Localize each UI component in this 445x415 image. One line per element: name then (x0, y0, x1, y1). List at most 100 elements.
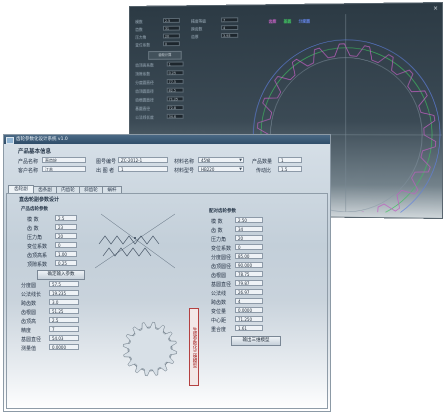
right-group-title: 配对齿轮参数 (209, 209, 236, 214)
pair-param-value: 85.00 (235, 253, 263, 259)
param-input[interactable]: 1.00 (55, 251, 77, 257)
bg-field-label: 压力角 (135, 34, 147, 40)
close-icon[interactable]: × (433, 5, 438, 12)
result-value: 54.03 (49, 335, 79, 341)
param-input[interactable]: 0 (55, 242, 77, 248)
material-grade-dropdown[interactable]: HB220 ▼ (198, 166, 244, 172)
bg-calc-button[interactable]: 齿轮计算 (148, 50, 182, 60)
material-grade-value: HB220 (201, 167, 215, 172)
bg-field-label: 模数 (135, 19, 143, 25)
result-value: 0.0000 (49, 344, 79, 350)
param-label: 变位系数 (27, 244, 48, 250)
bg-param-value: 82.5 (166, 87, 184, 93)
pair-param-label: 分度圆径 (211, 255, 232, 261)
bg-param-label: 公法线长度 (135, 114, 154, 120)
param-input[interactable]: 23 (55, 224, 77, 230)
pair-param-value: 79.87 (235, 280, 263, 286)
pair-param-value[interactable]: 2.50 (235, 217, 263, 223)
bg-param-value: 4 (221, 25, 239, 31)
efficiency-field[interactable]: 1.5 (278, 166, 302, 172)
pair-param-label: 中心距 (211, 318, 227, 324)
bg-param-value: 71.25 (166, 96, 184, 102)
customer-label: 客户名称 (18, 168, 39, 174)
result-value: 19.235 (49, 290, 79, 296)
bg-param-list: 齿顶高系数 1 顶隙系数 0.25 分度圆直径 77.5 齿顶圆直径 82.5 … (130, 3, 442, 120)
tooth-profile (98, 235, 160, 245)
result-value: 51.25 (49, 308, 79, 314)
bg-field-input[interactable]: 20 (163, 33, 180, 39)
param-input[interactable]: 2.5 (55, 215, 77, 221)
gear-preview-teeth (122, 321, 178, 377)
product-qty-field[interactable]: 1 (278, 157, 302, 163)
pitch-point (134, 237, 136, 239)
drawer-field[interactable]: 1 (118, 166, 168, 172)
dimension-line (100, 213, 176, 269)
customer-field[interactable]: 江苏 (42, 166, 86, 172)
bg-field-input[interactable]: 31 (163, 25, 180, 31)
pair-param-label: 重合度 (211, 327, 227, 333)
product-name-field[interactable]: 直齿轮 (42, 157, 86, 163)
bg-param-value: 1 (166, 61, 184, 67)
result-value: 2.5 (49, 317, 79, 323)
pair-param-label: 变位量 (211, 309, 227, 315)
confirm-params-button[interactable]: 确定输入参数 (37, 270, 85, 280)
bg-field-input[interactable]: 2.5 (163, 17, 180, 23)
bg-param-label: 顶隙系数 (135, 71, 151, 77)
result-label: 分度圆 (21, 283, 37, 289)
bg-param-value: 34.6 (166, 113, 184, 119)
export-3d-model-button[interactable]: 输出三维模型 (231, 336, 281, 346)
param-label: 顶隙系数 (27, 262, 48, 268)
generate-3d-model-button[interactable]: 生成参数化三维模型 (189, 308, 199, 386)
param-input[interactable]: 0.25 (55, 260, 77, 266)
pair-param-value: 90.000 (235, 262, 263, 268)
pair-param-label: 压力角 (211, 237, 227, 243)
param-input[interactable]: 20 (55, 233, 77, 239)
dimension-line (94, 213, 176, 269)
bg-field-input[interactable]: 0 (163, 41, 180, 47)
pair-param-value: 78.75 (235, 271, 263, 277)
pair-param-label: 跨齿数 (211, 300, 227, 306)
chevron-down-icon: ▼ (239, 158, 242, 162)
bg-field-label: 变位系数 (135, 42, 151, 48)
title-bar: 齿轮参数化设计系统 v1.0 (4, 135, 330, 144)
chevron-down-icon: ▼ (239, 167, 242, 171)
bg-param-label: 齿顶圆直径 (135, 88, 154, 94)
pair-param-label: 变位系数 (211, 246, 232, 252)
bg-param-label: 齿根圆直径 (135, 97, 154, 103)
drawing-no-label: 图号编号 (96, 159, 117, 165)
pair-param-value[interactable]: 0 (235, 244, 263, 250)
pair-param-label: 模 数 (211, 219, 223, 225)
bg-field-label: 齿数 (135, 27, 143, 32)
pair-param-value: 71.250 (235, 316, 263, 322)
bg-param-value: 77.5 (166, 78, 184, 84)
bg-param-label: 基圆直径 (135, 106, 151, 111)
pair-param-label: 齿顶圆径 (211, 264, 232, 270)
result-label: 齿顶高 (21, 319, 37, 325)
pair-param-label: 齿根圆 (211, 273, 227, 279)
pair-param-label: 基圆直径 (211, 282, 232, 288)
product-qty-label: 产品数量 (252, 159, 273, 165)
result-label: 基圆直径 (21, 337, 42, 343)
material-name-value: 45钢 (201, 158, 211, 163)
pair-param-value: 0.0000 (235, 307, 263, 313)
product-name-label: 产品名称 (18, 159, 39, 165)
result-value: 3.0 (49, 299, 79, 305)
section-title: 产品基本信息 (18, 149, 52, 155)
pair-param-value[interactable]: 34 (235, 226, 263, 232)
drawer-label: 出 图 者 (96, 168, 115, 174)
app-icon (6, 137, 14, 144)
panel-title: 直齿轮副参数设计 (19, 197, 60, 203)
gear-preview (122, 321, 178, 377)
main-window: 齿轮参数化设计系统 v1.0 产品基本信息 产品名称 直齿轮 图号编号 ZC-2… (3, 134, 331, 412)
bg-param-label: 跨齿数 (191, 26, 203, 32)
bg-param-label: 分度圆直径 (135, 80, 154, 85)
bg-param-value: 7 (221, 17, 239, 23)
param-label: 齿顶高系 (27, 253, 48, 259)
pair-param-label: 公法线 (211, 291, 227, 297)
material-name-dropdown[interactable]: 45钢 ▼ (198, 157, 244, 163)
pair-param-value: 4 (235, 298, 263, 304)
result-label: 跨齿数 (21, 301, 37, 307)
drawing-no-field[interactable]: ZC-2012-1 (118, 157, 168, 163)
pair-param-value[interactable]: 20 (235, 235, 263, 241)
pair-param-label: 齿 数 (211, 228, 223, 234)
